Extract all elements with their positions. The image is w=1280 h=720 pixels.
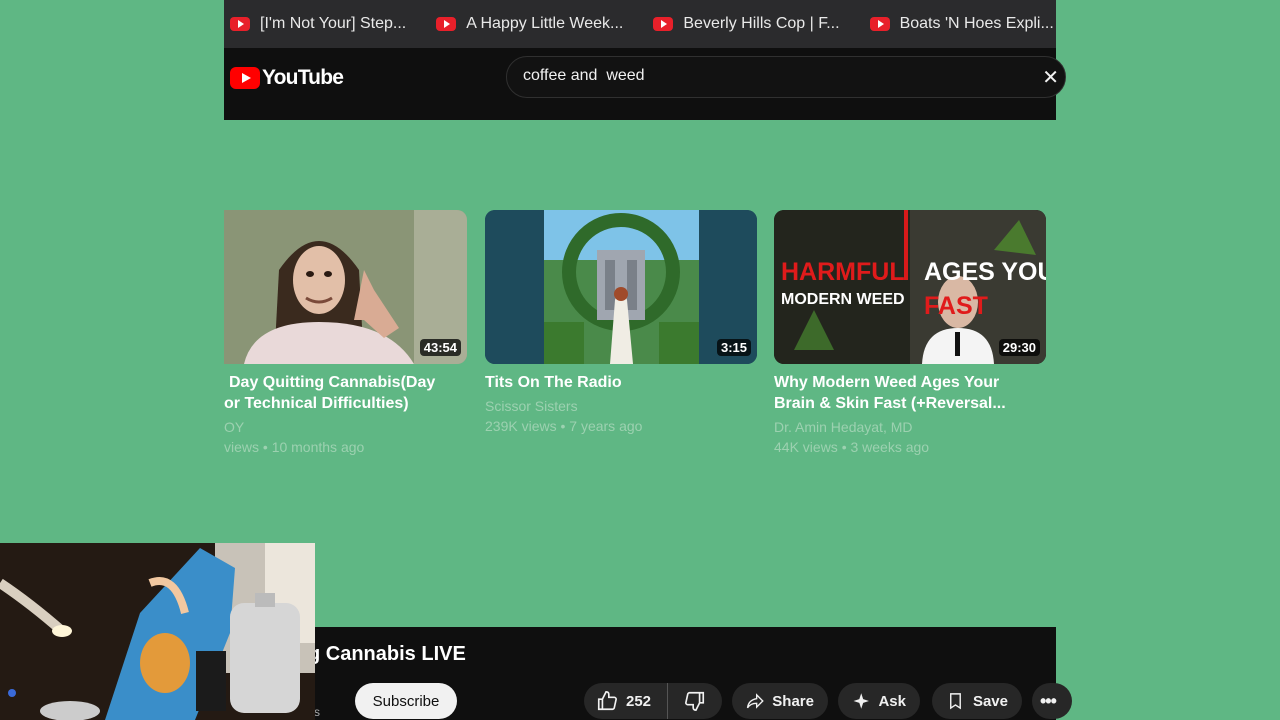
save-button[interactable]: Save bbox=[932, 683, 1022, 719]
search-input[interactable] bbox=[523, 67, 1023, 85]
browser-tab-strip: [I'm Not Your] Step... A Happy Little We… bbox=[224, 0, 1056, 48]
ask-button[interactable]: Ask bbox=[838, 683, 920, 719]
tab-0[interactable]: [I'm Not Your] Step... bbox=[230, 4, 418, 44]
youtube-logo[interactable]: YouTube bbox=[230, 66, 344, 90]
video-thumbnail[interactable]: 43:54 bbox=[224, 210, 467, 364]
like-count: 252 bbox=[626, 692, 652, 710]
video-title-line: Brain & Skin Fast (+Reversal... bbox=[774, 395, 1006, 412]
video-title-line: Why Modern Weed Ages Your bbox=[774, 374, 1000, 391]
sparkle-icon bbox=[853, 693, 869, 709]
subscribe-button[interactable]: Subscribe bbox=[355, 683, 457, 719]
video-thumbnail[interactable]: 3:15 bbox=[485, 210, 757, 364]
video-title-line: Day Quitting Cannabis(Day bbox=[229, 374, 436, 391]
thumbnail-harmful-text: HARMFUL bbox=[781, 258, 905, 286]
video-duration: 29:30 bbox=[998, 339, 1040, 356]
youtube-play-icon bbox=[230, 67, 260, 89]
video-title[interactable]: Tits On The Radio bbox=[485, 372, 757, 393]
video-title[interactable]: Why Modern Weed Ages Your Brain & Skin F… bbox=[774, 372, 1046, 414]
search-box: ✕ bbox=[506, 56, 1066, 98]
video-stats: views • 10 months ago bbox=[224, 439, 365, 455]
save-label: Save bbox=[972, 692, 1008, 710]
channel-name[interactable]: Scissor Sisters bbox=[485, 396, 757, 416]
tab-1[interactable]: A Happy Little Week... bbox=[436, 4, 635, 44]
video-title-line: or Technical Difficulties) bbox=[224, 395, 409, 412]
share-button[interactable]: Share bbox=[732, 683, 828, 719]
webcam-image bbox=[0, 543, 315, 720]
thumbnail-ages-you-text: AGES YOU bbox=[924, 258, 1046, 286]
more-actions-button[interactable]: ••• bbox=[1032, 683, 1072, 719]
youtube-favicon-icon bbox=[230, 17, 250, 31]
video-title[interactable]: Day Quitting Cannabis(Day or Technical D… bbox=[224, 372, 467, 414]
youtube-header: YouTube ✕ bbox=[224, 48, 1066, 120]
bookmark-icon bbox=[950, 693, 961, 710]
video-info-bar: g Cannabis LIVE rs Subscribe 252 Share A… bbox=[224, 627, 1072, 720]
tab-title: A Happy Little Week... bbox=[466, 15, 624, 32]
webcam-overlay bbox=[0, 543, 315, 720]
video-title-line: Tits On The Radio bbox=[485, 374, 622, 391]
channel-name[interactable]: OY bbox=[224, 417, 467, 437]
dislike-button[interactable] bbox=[668, 683, 722, 719]
more-dots-icon: ••• bbox=[1040, 690, 1057, 711]
video-thumbnail[interactable]: HARMFUL MODERN WEED AGES YOU FAST 29:30 bbox=[774, 210, 1046, 364]
share-icon bbox=[746, 693, 764, 709]
ask-label: Ask bbox=[878, 692, 906, 710]
thumbs-down-icon bbox=[685, 691, 705, 711]
thumbnail-fast-text: FAST bbox=[924, 292, 988, 320]
thumbs-up-icon bbox=[597, 691, 617, 711]
video-stats: 239K views • 7 years ago bbox=[485, 418, 643, 434]
youtube-favicon-icon bbox=[869, 17, 890, 31]
youtube-favicon-icon bbox=[436, 17, 457, 31]
video-card[interactable]: 43:54 Day Quitting Cannabis(Day or Techn… bbox=[224, 210, 467, 457]
video-card[interactable]: 3:15 Tits On The Radio Scissor Sisters 2… bbox=[485, 210, 757, 436]
tab-3[interactable]: Boats 'N Hoes Expli... bbox=[869, 4, 1056, 44]
clear-search-icon[interactable]: ✕ bbox=[1042, 65, 1059, 90]
video-duration: 43:54 bbox=[419, 339, 461, 356]
tab-2[interactable]: Beverly Hills Cop | F... bbox=[653, 4, 851, 44]
like-button[interactable]: 252 bbox=[584, 683, 668, 719]
tab-title: [I'm Not Your] Step... bbox=[260, 15, 407, 32]
current-video-title: g Cannabis LIVE bbox=[308, 643, 466, 665]
tab-title: Beverly Hills Cop | F... bbox=[683, 15, 840, 32]
like-dislike-group: 252 bbox=[584, 683, 722, 719]
channel-name[interactable]: Dr. Amin Hedayat, MD bbox=[774, 417, 1046, 437]
video-card[interactable]: HARMFUL MODERN WEED AGES YOU FAST 29:30 … bbox=[774, 210, 1046, 457]
thumbnail-modern-weed-text: MODERN WEED bbox=[781, 291, 905, 308]
video-stats: 44K views • 3 weeks ago bbox=[774, 439, 930, 455]
video-duration: 3:15 bbox=[716, 339, 751, 356]
share-label: Share bbox=[772, 692, 814, 710]
logo-text: YouTube bbox=[262, 66, 344, 89]
youtube-favicon-icon bbox=[653, 17, 674, 31]
tab-title: Boats 'N Hoes Expli... bbox=[899, 15, 1054, 32]
